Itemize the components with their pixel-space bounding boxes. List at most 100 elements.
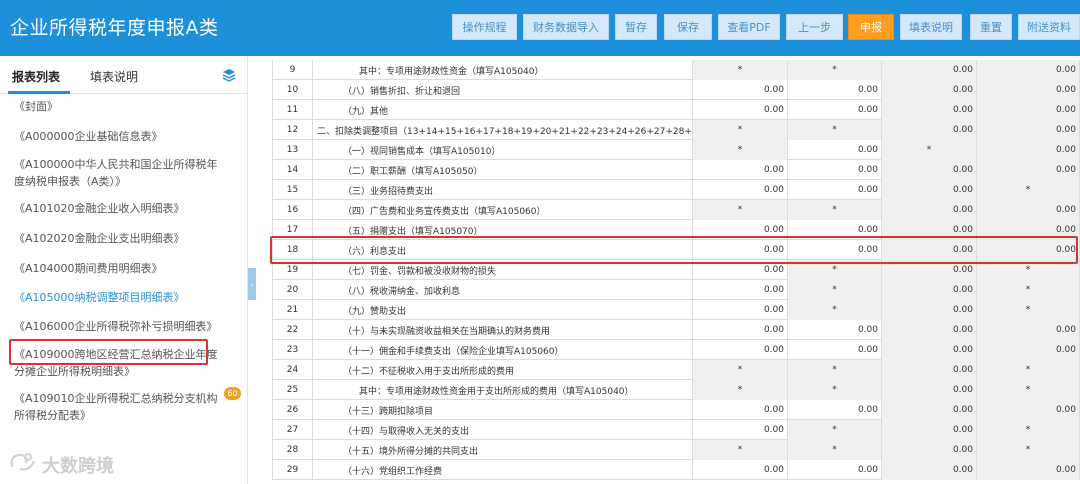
value-cell[interactable]: 0.00 xyxy=(976,140,1080,160)
value-cell[interactable]: 0.00 xyxy=(881,400,976,420)
row-number: 22 xyxy=(272,320,312,340)
table-row: 24 （十二）不征税收入用于支出所形成的费用 * * 0.00 * xyxy=(272,360,1080,380)
report-item-a000000[interactable]: 《A000000企业基础信息表》 xyxy=(14,128,224,145)
value-cell[interactable]: 0.00 xyxy=(881,300,976,320)
value-cell[interactable]: 0.00 xyxy=(881,200,976,220)
value-cell[interactable]: 0.00 xyxy=(787,320,881,340)
value-cell[interactable]: 0.00 xyxy=(692,400,787,420)
report-item-a100000[interactable]: 《A100000中华人民共和国企业所得税年度纳税申报表（A类）》 xyxy=(14,156,224,190)
import-financial-data-button[interactable]: 财务数据导入 xyxy=(523,14,609,40)
value-cell[interactable]: 0.00 xyxy=(881,420,976,440)
value-cell[interactable]: 0.00 xyxy=(881,380,976,400)
value-cell[interactable]: 0.00 xyxy=(976,100,1080,120)
value-cell[interactable]: 0.00 xyxy=(881,180,976,200)
value-cell[interactable]: 0.00 xyxy=(692,340,787,360)
value-cell[interactable]: 0.00 xyxy=(976,160,1080,180)
value-cell[interactable]: 0.00 xyxy=(787,140,881,160)
value-cell[interactable]: 0.00 xyxy=(976,120,1080,140)
value-cell[interactable]: 0.00 xyxy=(976,320,1080,340)
value-cell[interactable]: 0.00 xyxy=(976,460,1080,480)
item-name: 其中：专项用途财政性资金用于支出所形成的费用（填写A105040） xyxy=(312,380,692,400)
value-cell[interactable]: 0.00 xyxy=(976,400,1080,420)
view-pdf-button[interactable]: 查看PDF xyxy=(718,14,780,40)
layers-icon[interactable] xyxy=(222,68,236,82)
value-cell[interactable]: 0.00 xyxy=(787,400,881,420)
item-name: （十三）跨期扣除项目 xyxy=(312,400,692,420)
report-item-a104000[interactable]: 《A104000期间费用明细表》 xyxy=(14,260,224,277)
attached-materials-button[interactable]: 附送资料 xyxy=(1018,14,1080,40)
submit-declaration-button[interactable]: 申报 xyxy=(848,14,894,40)
operation-rules-button[interactable]: 操作规程 xyxy=(452,14,517,40)
value-cell[interactable]: 0.00 xyxy=(881,460,976,480)
row-number: 20 xyxy=(272,280,312,300)
value-cell[interactable]: 0.00 xyxy=(976,80,1080,100)
table-row: 28 （十五）境外所得分摊的共同支出 * * 0.00 * xyxy=(272,440,1080,460)
app-header: 企业所得税年度申报A类 操作规程 财务数据导入 暂存 保存 查看PDF 上一步 … xyxy=(0,0,1080,56)
value-cell: * xyxy=(787,200,881,220)
value-cell[interactable]: 0.00 xyxy=(881,80,976,100)
value-cell[interactable]: 0.00 xyxy=(881,440,976,460)
row-number: 14 xyxy=(272,160,312,180)
value-cell[interactable]: 0.00 xyxy=(692,280,787,300)
item-name: （十五）境外所得分摊的共同支出 xyxy=(312,440,692,460)
value-cell[interactable]: 0.00 xyxy=(787,340,881,360)
value-cell[interactable]: 0.00 xyxy=(692,160,787,180)
value-cell[interactable]: 0.00 xyxy=(692,320,787,340)
report-item-a106000[interactable]: 《A106000企业所得税弥补亏损明细表》 xyxy=(14,318,224,335)
value-cell[interactable]: 0.00 xyxy=(881,160,976,180)
report-item-a101020[interactable]: 《A101020金融企业收入明细表》 xyxy=(14,200,224,217)
value-cell[interactable]: 0.00 xyxy=(787,100,881,120)
value-cell[interactable]: 0.00 xyxy=(787,180,881,200)
report-table-area: 9 其中：专项用途财政性资金（填写A105040） * * 0.00 0.00 10 （八）销… xyxy=(258,56,1080,484)
value-cell[interactable]: 0.00 xyxy=(881,320,976,340)
value-cell[interactable]: 0.00 xyxy=(692,80,787,100)
value-cell[interactable]: 0.00 xyxy=(692,100,787,120)
table-row: 21 （九）赞助支出 0.00 * 0.00 * xyxy=(272,300,1080,320)
report-item-a109010[interactable]: 《A109010企业所得税汇总纳税分支机构所得税分配表》 xyxy=(14,390,224,424)
watermark-logo-icon xyxy=(10,453,36,471)
value-cell[interactable]: 0.00 xyxy=(976,340,1080,360)
table-row: 26 （十三）跨期扣除项目 0.00 0.00 0.00 0.00 xyxy=(272,400,1080,420)
value-cell[interactable]: 0.00 xyxy=(787,460,881,480)
value-cell[interactable]: 0.00 xyxy=(881,60,976,80)
table-row: 14 （二）职工薪酬（填写A105050） 0.00 0.00 0.00 0.00 xyxy=(272,160,1080,180)
fill-instructions-button[interactable]: 填表说明 xyxy=(900,14,962,40)
report-item-a105000[interactable]: 《A105000纳税调整项目明细表》 xyxy=(14,289,224,306)
value-cell: * xyxy=(976,280,1080,300)
tab-fill-instructions[interactable]: 填表说明 xyxy=(90,68,138,85)
reset-button[interactable]: 重置 xyxy=(970,14,1012,40)
table-row: 12 二、扣除类调整项目（13+14+15+16+17+18+19+20+21+2… xyxy=(272,120,1080,140)
value-cell[interactable]: 0.00 xyxy=(976,200,1080,220)
save-button[interactable]: 保存 xyxy=(664,14,712,40)
value-cell: * xyxy=(787,280,881,300)
value-cell[interactable]: 0.00 xyxy=(692,460,787,480)
value-cell[interactable]: 0.00 xyxy=(881,280,976,300)
value-cell[interactable]: 0.00 xyxy=(881,340,976,360)
tab-report-list[interactable]: 报表列表 xyxy=(12,68,60,85)
value-cell[interactable]: 0.00 xyxy=(787,80,881,100)
value-cell[interactable]: 0.00 xyxy=(881,120,976,140)
sidebar-collapse-handle[interactable]: ‹ xyxy=(248,268,256,300)
value-cell[interactable]: 0.00 xyxy=(787,160,881,180)
value-cell: * xyxy=(976,360,1080,380)
table-row: 27 （十四）与取得收入无关的支出 0.00 * 0.00 * xyxy=(272,420,1080,440)
value-cell[interactable]: 0.00 xyxy=(881,360,976,380)
report-item-a102020[interactable]: 《A102020金融企业支出明细表》 xyxy=(14,230,224,247)
value-cell: * xyxy=(692,380,787,400)
value-cell: * xyxy=(976,380,1080,400)
value-cell: * xyxy=(787,360,881,380)
report-item-cover[interactable]: 《封面》 xyxy=(14,98,224,115)
table-row: 22 （十）与未实现融资收益相关在当期确认的财务费用 0.00 0.00 0.00 0.0… xyxy=(272,320,1080,340)
value-cell: * xyxy=(787,120,881,140)
row-number: 21 xyxy=(272,300,312,320)
value-cell[interactable]: 0.00 xyxy=(692,180,787,200)
sidebar-tabs: 报表列表 填表说明 xyxy=(0,56,248,94)
value-cell[interactable]: 0.00 xyxy=(692,420,787,440)
item-name: （二）职工薪酬（填写A105050） xyxy=(312,160,692,180)
temp-save-button[interactable]: 暂存 xyxy=(615,14,657,40)
value-cell[interactable]: 0.00 xyxy=(976,60,1080,80)
value-cell[interactable]: 0.00 xyxy=(881,100,976,120)
watermark-text: 大数跨境 xyxy=(42,456,114,477)
value-cell[interactable]: 0.00 xyxy=(692,300,787,320)
previous-step-button[interactable]: 上一步 xyxy=(786,14,843,40)
